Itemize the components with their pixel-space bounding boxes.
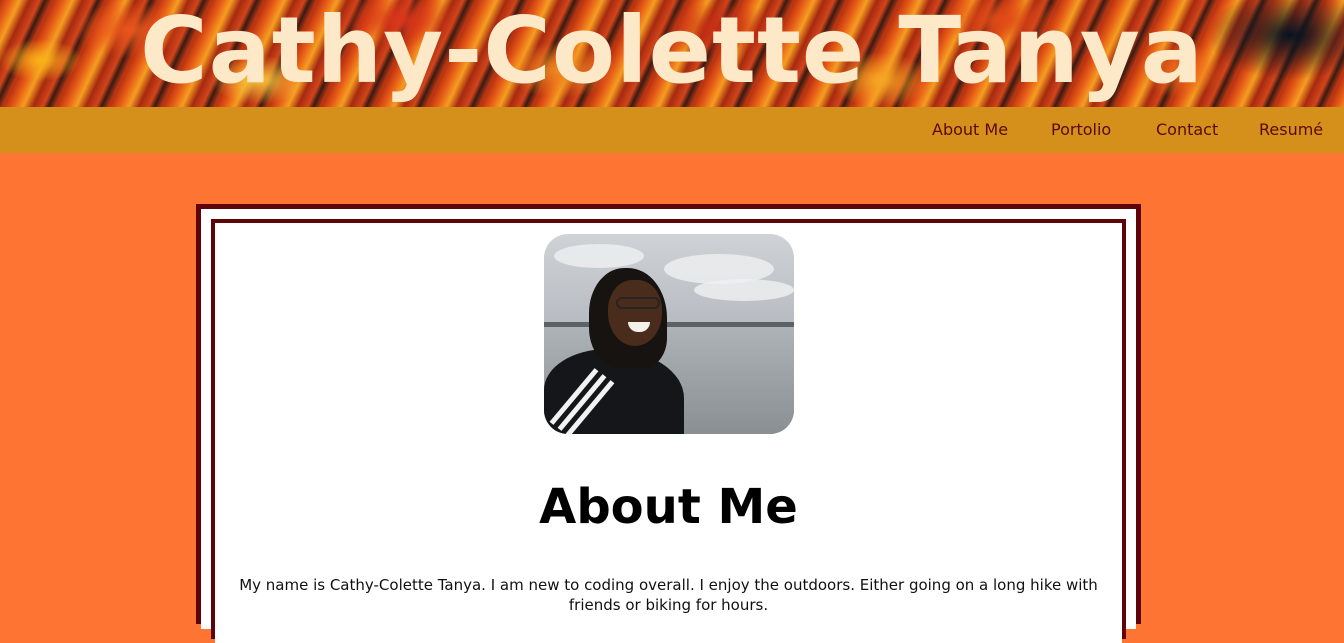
nav-link-portfolio[interactable]: Portolio: [1051, 107, 1111, 153]
nav-link-about-me[interactable]: About Me: [932, 107, 1008, 153]
about-card: About Me My name is Cathy-Colette Tanya.…: [196, 204, 1141, 643]
header-banner: Cathy-Colette Tanya: [0, 0, 1344, 107]
about-heading: About Me: [539, 479, 798, 535]
about-bio-text: My name is Cathy-Colette Tanya. I am new…: [239, 576, 1098, 614]
about-card-content: About Me My name is Cathy-Colette Tanya.…: [215, 223, 1122, 643]
nav-link-contact[interactable]: Contact: [1156, 107, 1218, 153]
nav-link-resume[interactable]: Resumé: [1259, 107, 1323, 153]
site-title: Cathy-Colette Tanya: [140, 0, 1204, 104]
profile-photo: [544, 234, 794, 434]
nav-bar: About Me Portolio Contact Resumé: [0, 107, 1344, 153]
